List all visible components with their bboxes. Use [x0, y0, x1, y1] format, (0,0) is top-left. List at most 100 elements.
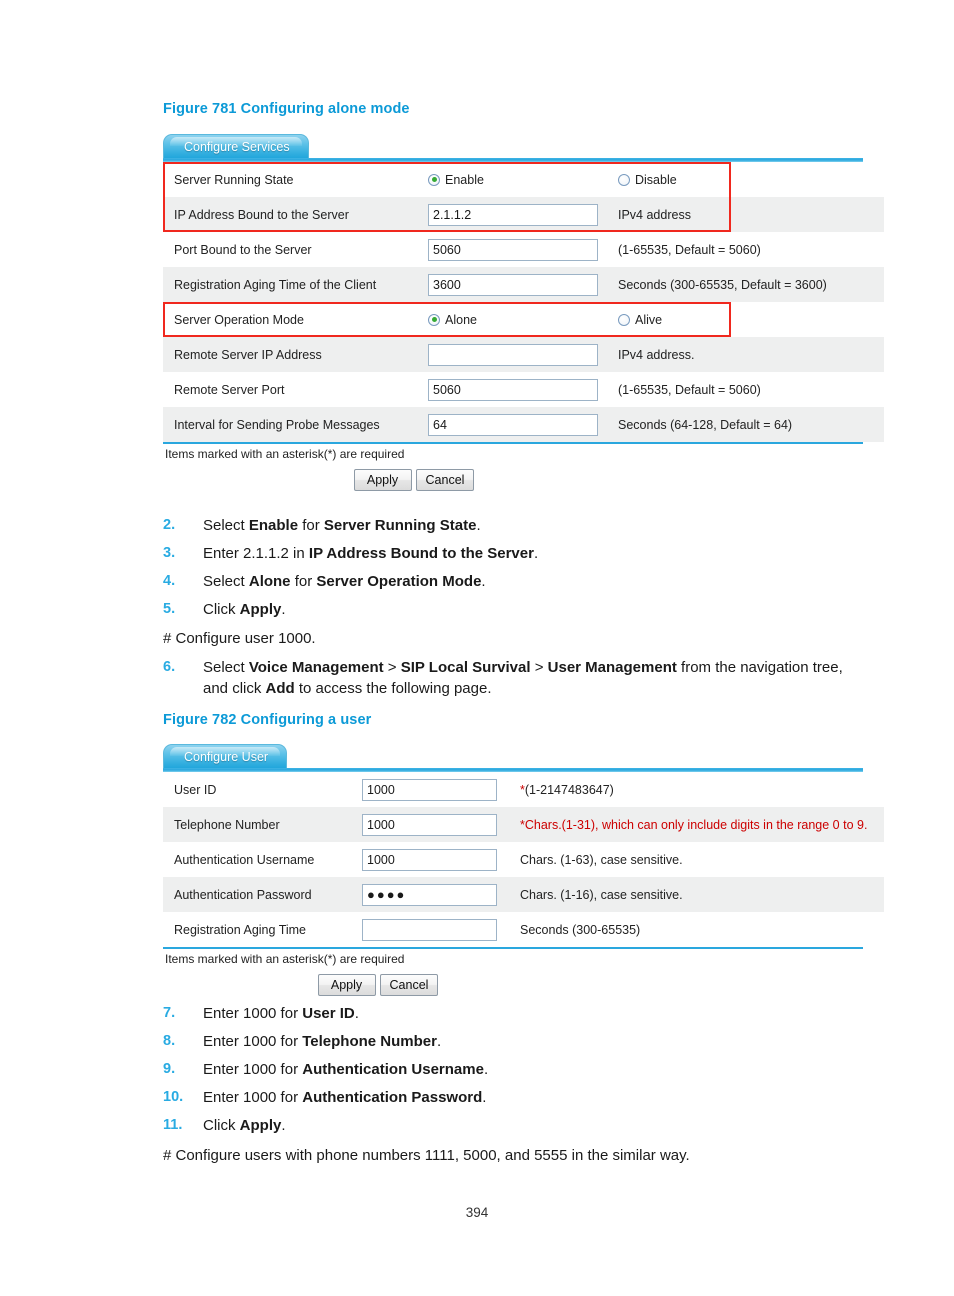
services-button-row: Apply Cancel: [163, 461, 863, 491]
hint-text: (1-2147483647): [524, 782, 614, 797]
radio-option-cell[interactable]: Enable: [428, 162, 608, 197]
text-input[interactable]: 5060: [428, 238, 598, 261]
radio-button[interactable]: [618, 173, 630, 186]
step-plain: Enter 1000 for: [203, 1061, 303, 1078]
step-number: 2.: [163, 517, 176, 533]
step-emphasis: Apply: [239, 1117, 282, 1134]
radio-label: Disable: [635, 172, 677, 187]
step-plain: >: [383, 659, 401, 676]
step-plain: .: [533, 545, 539, 562]
password-input[interactable]: ●●●●: [362, 883, 497, 906]
cancel-button-user[interactable]: Cancel: [379, 974, 439, 996]
numbered-step: 2. Select Enable for Server Running State…: [163, 515, 865, 536]
field-label: Authentication Password: [163, 877, 362, 912]
step-emphasis: Apply: [239, 601, 282, 618]
step-plain: Enter 1000 for: [203, 1005, 303, 1022]
text-input[interactable]: [428, 343, 598, 366]
field-hint: *Chars.(1-31), which can only include di…: [510, 807, 884, 842]
table-row: Server Operation Mode Alone Alive: [163, 302, 884, 337]
text-input[interactable]: 1000: [362, 778, 497, 801]
step-plain: .: [281, 1117, 286, 1134]
apply-button-services[interactable]: Apply: [353, 469, 412, 491]
hint-text: Chars. (1-63), case sensitive.: [520, 852, 683, 867]
hint-text: Chars. (1-16), case sensitive.: [520, 887, 683, 902]
step-plain: .: [483, 1061, 489, 1078]
table-row: User ID 1000 *(1-2147483647): [163, 772, 884, 807]
cancel-button-services[interactable]: Cancel: [415, 469, 475, 491]
step-plain: Select: [203, 517, 249, 534]
step-plain: Click: [203, 601, 240, 618]
numbered-step: 11. Click Apply.: [163, 1115, 865, 1136]
tab-configure-user[interactable]: Configure User: [163, 744, 288, 770]
para-configure-user: # Configure user 1000.: [163, 628, 865, 649]
radio-button[interactable]: [428, 173, 440, 186]
text-input[interactable]: 5060: [428, 378, 598, 401]
field-input-cell: 3600: [428, 267, 608, 302]
field-hint: IPv4 address: [608, 197, 884, 232]
configure-user-table: User ID 1000 *(1-2147483647) Telephone Numb…: [163, 772, 884, 947]
radio-option-cell[interactable]: Alone: [428, 302, 608, 337]
page-number: 394: [465, 1205, 489, 1220]
numbered-step: 6. Select Voice Management > SIP Local Su…: [163, 657, 865, 699]
table-row: Authentication Password ●●●● Chars. (1-16)…: [163, 877, 884, 912]
field-input-cell: 1000: [362, 807, 510, 842]
radio-button[interactable]: [428, 313, 440, 326]
step-text: Enter 1000 for Authentication Username.: [203, 1059, 865, 1080]
step-text: Click Apply.: [203, 1115, 865, 1136]
text-input[interactable]: [362, 918, 497, 941]
field-label: Registration Aging Time of the Client: [163, 267, 428, 302]
field-label: Port Bound to the Server: [163, 232, 428, 267]
table-row: Registration Aging Time of the Client 360…: [163, 267, 884, 302]
radio-label: Alone: [445, 312, 477, 327]
field-hint: Seconds (64-128, Default = 64): [608, 407, 884, 442]
step-emphasis: SIP Local Survival: [400, 659, 531, 676]
field-label: IP Address Bound to the Server: [163, 197, 428, 232]
field-hint: IPv4 address.: [608, 337, 884, 372]
step-emphasis: Add: [265, 680, 295, 697]
radio-label: Enable: [445, 172, 484, 187]
numbered-step: 5. Click Apply.: [163, 599, 865, 620]
services-table-wrap: Server Running State Enable Disable IP Addr…: [163, 162, 884, 442]
text-input[interactable]: 64: [428, 413, 598, 436]
steps-list-3: 7. Enter 1000 for User ID. 8. Enter 1000 fo…: [163, 1003, 865, 1143]
required-hint-text: *Chars.(1-31), which can only include di…: [520, 817, 868, 832]
field-input-cell: 5060: [428, 372, 608, 407]
step-number: 6.: [163, 659, 176, 675]
step-emphasis: User ID: [302, 1005, 355, 1022]
field-input-cell: ●●●●: [362, 877, 510, 912]
text-input[interactable]: 3600: [428, 273, 598, 296]
step-number: 9.: [163, 1061, 176, 1077]
step-text: Enter 2.1.1.2 in IP Address Bound to the…: [203, 543, 865, 564]
step-text: Select Enable for Server Running State.: [203, 515, 865, 536]
para-configure-users-similar-text: # Configure users with phone numbers 111…: [163, 1147, 690, 1164]
step-text: Enter 1000 for User ID.: [203, 1003, 865, 1024]
step-plain: >: [530, 659, 548, 676]
table-row: Interval for Sending Probe Messages 64 Sec…: [163, 407, 884, 442]
steps-list-1: 2. Select Enable for Server Running State…: [163, 515, 865, 627]
tab-configure-services[interactable]: Configure Services: [163, 134, 309, 160]
text-input[interactable]: 2.1.1.2: [428, 203, 598, 226]
field-input-cell: 1000: [362, 842, 510, 877]
tab-underline-rule-user: [163, 768, 863, 772]
step-plain: .: [354, 1005, 359, 1022]
field-hint: (1-65535, Default = 5060): [608, 372, 884, 407]
para-configure-user-text: # Configure user 1000.: [163, 630, 316, 647]
text-input[interactable]: 1000: [362, 848, 497, 871]
numbered-step: 4. Select Alone for Server Operation Mode…: [163, 571, 865, 592]
numbered-step: 10. Enter 1000 for Authentication Passwor…: [163, 1087, 865, 1108]
step-plain: .: [476, 517, 481, 534]
field-label: Server Running State: [163, 162, 428, 197]
step-plain: Enter 2.1.1.2 in: [203, 545, 309, 562]
apply-button-user[interactable]: Apply: [317, 974, 376, 996]
tab-strip-user: Configure User: [163, 744, 863, 772]
radio-option-cell[interactable]: Alive: [608, 302, 884, 337]
text-input[interactable]: 1000: [362, 813, 497, 836]
steps-list-2: 6. Select Voice Management > SIP Local Su…: [163, 657, 865, 706]
radio-option-cell[interactable]: Disable: [608, 162, 884, 197]
table-row: IP Address Bound to the Server 2.1.1.2 IPv…: [163, 197, 884, 232]
field-input-cell: 5060: [428, 232, 608, 267]
radio-button[interactable]: [618, 313, 630, 326]
required-note-services: Items marked with an asterisk(*) are req…: [163, 442, 863, 461]
step-plain: .: [481, 573, 486, 590]
step-text: Click Apply.: [203, 599, 865, 620]
